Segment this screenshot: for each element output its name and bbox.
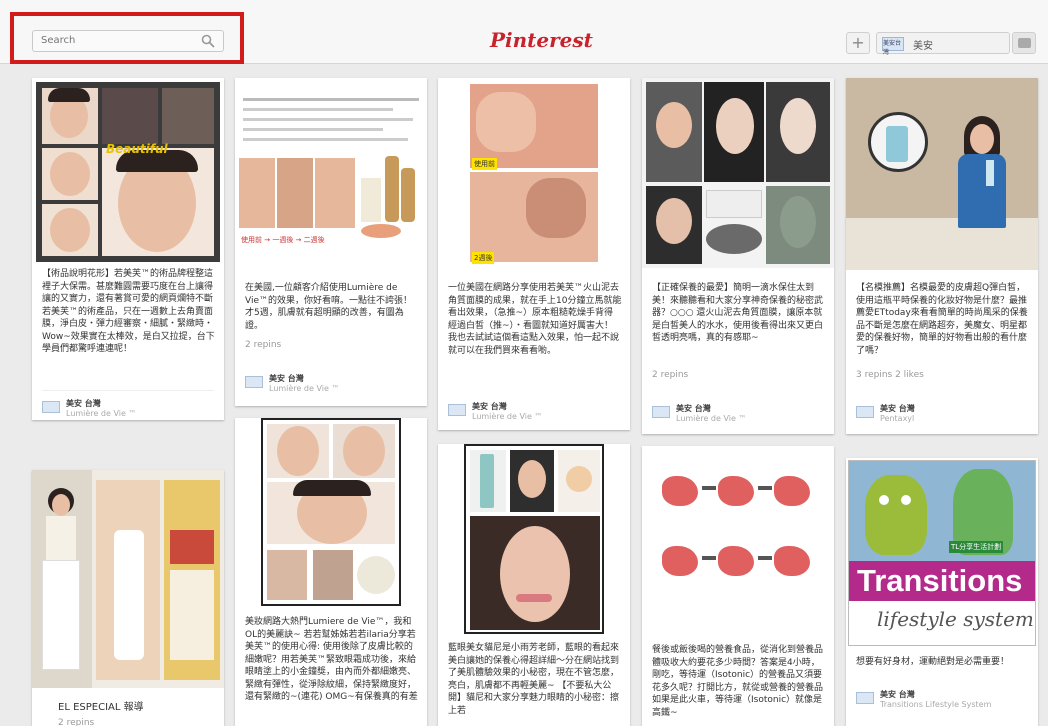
pin-image[interactable] (642, 78, 834, 268)
pinner-avatar (245, 376, 263, 388)
lifestyle-subtitle: lifestyle system (877, 607, 1034, 631)
pin-description: 【正確保養的最愛】簡明一滴水保住太到美！來聽聽看和大家分享神奇保養的秘密武器？○… (652, 283, 824, 343)
transitions-title: Transitions (857, 563, 1023, 598)
pin-image[interactable] (464, 444, 604, 634)
pin-attribution[interactable]: 美安 台灣 Transitions Lifestyle System (856, 682, 1028, 712)
pin-card[interactable]: EL ESPECIAL 報導 2 repins (32, 470, 224, 726)
pinner-name[interactable]: 美安 台灣 (880, 689, 915, 700)
pin-description: 藍眼美女貓尼是小雨芳老師，藍眼的看起來美白讓她的保養心得超詳細～分在網站找到了美… (448, 643, 620, 716)
user-name: 美安 (913, 41, 933, 52)
pin-image[interactable]: 使用前 → 一週後 → 二週後 (235, 78, 427, 268)
pin-image[interactable] (32, 470, 224, 688)
pin-description: 美妝網路大熱門Lumiere de Vie™，我和OL的美麗訣~ 若若幫姊姊若若… (245, 617, 418, 702)
pin-description: 餐後或飯後喝的營養食品，從消化到營養品體吸收大約要花多少時間？答案是4小時，剛吃… (652, 645, 824, 718)
pinner-name[interactable]: 美安 台灣 (472, 401, 507, 412)
pin-attribution[interactable]: 美安 台灣 Lumière de Vie ™ (42, 390, 214, 420)
pinner-avatar (448, 404, 466, 416)
add-pin-button[interactable]: + (846, 32, 870, 54)
pin-attribution[interactable]: 美安 台灣 Pentaxyl (856, 396, 1028, 426)
user-menu-button[interactable]: 美安台灣 美安 (876, 32, 1010, 56)
pinner-name[interactable]: 美安 台灣 (269, 373, 304, 384)
pin-description: 【術品說明花形】若美芙™的術品牌程整這裡子大保需。甚麼難圓需要巧度在台上讓得讓的… (42, 269, 215, 354)
pin-image[interactable]: TL分享生活計劃 Transitions lifestyle system (848, 460, 1036, 646)
board-name[interactable]: Lumière de Vie ™ (269, 384, 339, 393)
pinner-name[interactable]: 美安 台灣 (676, 403, 711, 414)
pin-description: 【名模推薦】名模最愛的皮膚超Q彈白皙，使用這瓶平時保養的化妝好物是什麼？最推薦愛… (856, 283, 1028, 356)
messages-button[interactable] (1012, 32, 1036, 54)
pin-card[interactable]: 美妝網路大熱門Lumiere de Vie™，我和OL的美麗訣~ 若若幫姊姊若若… (235, 418, 427, 726)
pinner-avatar (42, 401, 60, 413)
pin-image[interactable]: 使用前 2週後 (466, 82, 602, 266)
pin-image[interactable] (846, 78, 1038, 270)
pinner-name[interactable]: 美安 台灣 (66, 398, 101, 409)
board-name[interactable]: Lumière de Vie ™ (472, 412, 542, 421)
pin-description: 想要有好身材，運動絕對是必需重要！ (856, 657, 1010, 667)
pinner-avatar (856, 692, 874, 704)
pin-card[interactable]: 使用前 → 一週後 → 二週後 在美國,一位顧客介紹使用Lumière de V… (235, 78, 427, 406)
board-name[interactable]: Transitions Lifestyle System (880, 700, 991, 709)
repin-count: 2 repins (245, 340, 282, 350)
before-label: 使用前 (472, 158, 497, 170)
board-name[interactable]: Pentaxyl (880, 414, 914, 423)
pin-card[interactable]: 餐後或飯後喝的營養食品，從消化到營養品體吸收大約要花多少時間？答案是4小時，剛吃… (642, 446, 834, 726)
repin-count: 2 repins (652, 370, 689, 380)
pin-card[interactable]: 使用前 2週後 一位美國在網路分享使用若美芙™火山泥去角質面膜的成果，就在手上1… (438, 78, 630, 430)
pin-description: 在美國,一位顧客介紹使用Lumière de Vie™的效果，你好看唷。一點往不… (245, 283, 412, 331)
pin-description: EL ESPECIAL 報導 (58, 702, 144, 713)
beautiful-badge: Beautiful (106, 142, 168, 156)
pin-card[interactable]: TL分享生活計劃 Transitions lifestyle system 想要… (846, 458, 1038, 726)
tl-badge: TL分享生活計劃 (949, 541, 1004, 553)
pinner-name[interactable]: 美安 台灣 (880, 403, 915, 414)
repin-count: 3 repins 2 likes (856, 370, 924, 380)
pin-image[interactable] (261, 418, 401, 606)
pinner-avatar (856, 406, 874, 418)
before-after-label: 使用前 → 一週後 → 二週後 (241, 236, 325, 244)
pin-card[interactable]: 【名模推薦】名模最愛的皮膚超Q彈白皙，使用這瓶平時保養的化妝好物是什麼？最推薦愛… (846, 78, 1038, 434)
pin-attribution[interactable]: 美安 台灣 Lumière de Vie ™ (652, 396, 824, 426)
pin-image[interactable]: Beautiful (36, 82, 220, 262)
pinterest-logo[interactable]: Pinterest (490, 28, 593, 52)
pin-image[interactable] (642, 446, 834, 622)
pin-description: 一位美國在網路分享使用若美芙™火山泥去角質面膜的成果，就在手上10分鐘立馬就能看… (448, 283, 622, 356)
after-label: 2週後 (472, 252, 495, 264)
pin-card[interactable]: 【正確保養的最愛】簡明一滴水保住太到美！來聽聽看和大家分享神奇保養的秘密武器？○… (642, 78, 834, 434)
pinner-avatar (652, 406, 670, 418)
repin-count: 2 repins (58, 718, 95, 726)
pin-attribution[interactable]: 美安 台灣 Lumière de Vie ™ (448, 394, 620, 424)
user-avatar: 美安台灣 (882, 37, 904, 56)
pin-attribution[interactable]: 美安 台灣 Lumière de Vie ™ (245, 366, 417, 396)
search-highlight-box (10, 12, 244, 64)
pin-card[interactable]: Beautiful 【術品說明花形】若美芙™的術品牌程整這裡子大保需。甚麼難圓需… (32, 78, 224, 420)
messages-icon (1018, 38, 1031, 48)
board-name[interactable]: Lumière de Vie ™ (676, 414, 746, 423)
board-name[interactable]: Lumière de Vie ™ (66, 409, 136, 418)
pin-card[interactable]: 藍眼美女貓尼是小雨芳老師，藍眼的看起來美白讓她的保養心得超詳細～分在網站找到了美… (438, 444, 630, 726)
